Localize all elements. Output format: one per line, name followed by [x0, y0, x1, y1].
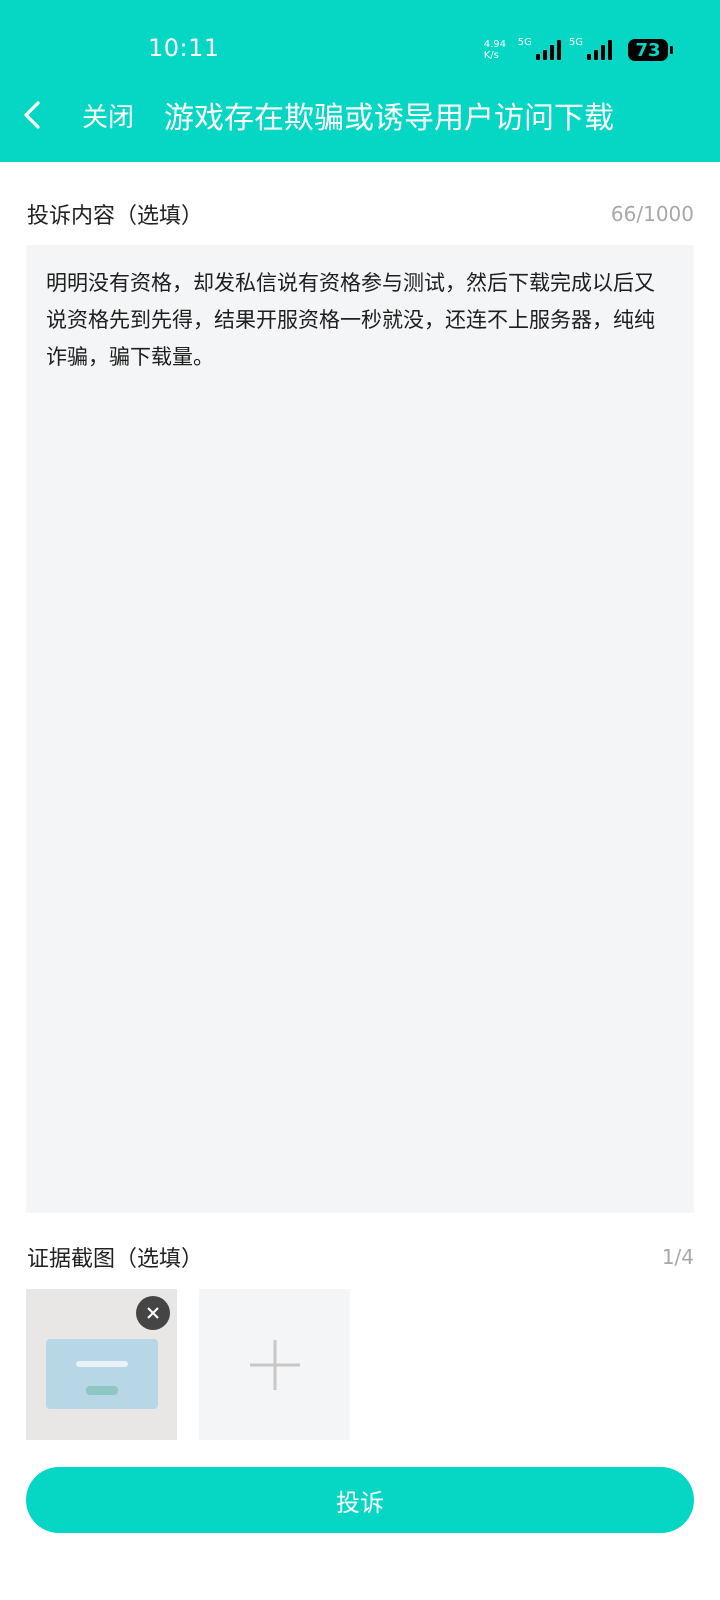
status-time: 10:11: [148, 34, 220, 62]
status-icons: 4.94 K/s 5G 5G 73: [483, 36, 673, 64]
close-button[interactable]: 关闭: [82, 97, 134, 134]
thumbnail-image: [46, 1339, 158, 1409]
submit-complaint-button[interactable]: 投诉: [26, 1467, 694, 1533]
complaint-textarea[interactable]: 明明没有资格，却发私信说有资格参与测试，然后下载完成以后又说资格先到先得，结果开…: [26, 245, 694, 1213]
battery-icon: 73: [628, 39, 673, 61]
add-screenshot-button[interactable]: [199, 1289, 350, 1440]
network-speed: 4.94 K/s: [483, 39, 507, 61]
close-icon: [147, 1307, 159, 1319]
chevron-left-icon: [24, 101, 40, 129]
plus-icon: [249, 1339, 300, 1390]
network-type-1: 5G: [517, 36, 532, 48]
remove-screenshot-button[interactable]: [136, 1296, 170, 1330]
nav-bar: 关闭 游戏存在欺骗或诱导用户访问下载: [0, 90, 720, 140]
page-title: 游戏存在欺骗或诱导用户访问下载: [164, 101, 615, 136]
complaint-char-counter: 66/1000: [610, 202, 694, 226]
signal-icon: [587, 40, 612, 60]
complaint-label: 投诉内容（选填）: [27, 204, 204, 229]
complaint-text: 明明没有资格，却发私信说有资格参与测试，然后下载完成以后又说资格先到先得，结果开…: [46, 271, 655, 369]
signal-icon: [535, 40, 561, 60]
back-button[interactable]: [22, 90, 82, 140]
network-type-2: 5G: [568, 36, 583, 48]
evidence-label: 证据截图（选填）: [27, 1247, 204, 1272]
top-bar: 10:11 4.94 K/s 5G 5G 73 关闭 游戏存在欺骗或诱导用户访问…: [0, 0, 720, 162]
evidence-counter: 1/4: [661, 1245, 694, 1269]
